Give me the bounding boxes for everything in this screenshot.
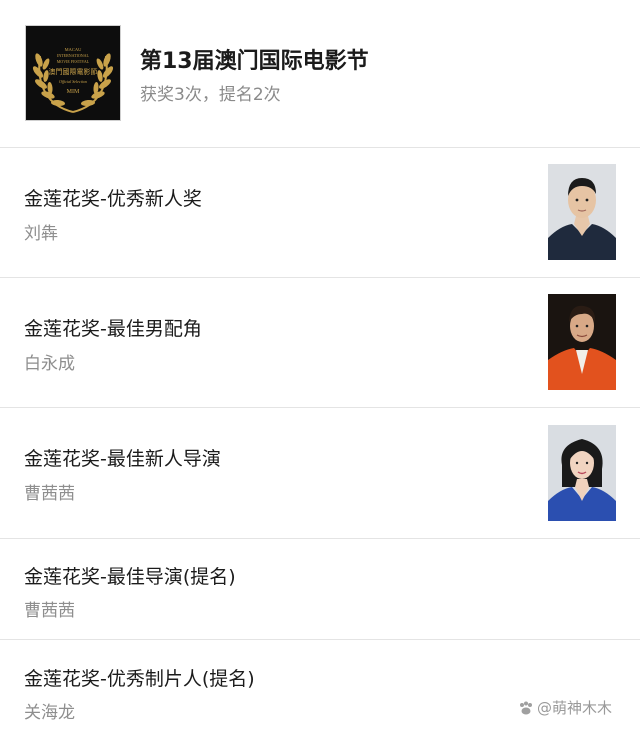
svg-text:Official Selection: Official Selection	[59, 79, 87, 84]
award-person[interactable]: 曹茜茜	[24, 479, 75, 504]
award-person[interactable]: 关海龙	[24, 698, 75, 723]
award-title: 金莲花奖-优秀新人奖	[24, 188, 202, 210]
award-item[interactable]: 金莲花奖-最佳新人导演 曹茜茜	[0, 408, 640, 538]
portrait-photo[interactable]	[548, 425, 616, 521]
award-person[interactable]: 曹茜茜	[24, 596, 75, 621]
svg-text:INTERNATIONAL: INTERNATIONAL	[57, 53, 90, 58]
award-person[interactable]: 刘犇	[24, 219, 58, 244]
festival-title: 第13届澳门国际电影节	[140, 49, 369, 74]
watermark-paw-icon	[520, 701, 532, 714]
svg-text:MIM: MIM	[67, 89, 80, 95]
festival-header[interactable]: MACAU INTERNATIONAL MOVIE FESTIVAL 澳門國際電…	[0, 0, 640, 147]
festival-logo: MACAU INTERNATIONAL MOVIE FESTIVAL 澳門國際電…	[25, 25, 121, 121]
award-title: 金莲花奖-优秀制片人(提名)	[24, 668, 255, 690]
watermark-text: @萌神木木	[537, 699, 613, 717]
svg-text:MOVIE FESTIVAL: MOVIE FESTIVAL	[57, 59, 90, 64]
award-title: 金莲花奖-最佳男配角	[24, 318, 202, 340]
award-item[interactable]: 金莲花奖-最佳导演(提名) 曹茜茜	[0, 539, 640, 639]
award-title: 金莲花奖-最佳新人导演	[24, 448, 221, 470]
watermark: @萌神木木	[518, 697, 612, 718]
portrait-photo[interactable]	[548, 294, 616, 390]
laurel-wreath-logo-icon: MACAU INTERNATIONAL MOVIE FESTIVAL 澳門國際電…	[26, 26, 120, 120]
portrait-woman-blue-blazer-icon	[548, 425, 616, 521]
portrait-man-dark-jacket-icon	[548, 164, 616, 260]
svg-text:澳門國際電影節: 澳門國際電影節	[49, 67, 98, 76]
award-item[interactable]: 金莲花奖-优秀新人奖 刘犇	[0, 148, 640, 277]
portrait-man-orange-jacket-icon	[548, 294, 616, 390]
award-title: 金莲花奖-最佳导演(提名)	[24, 566, 236, 588]
festival-stats: 获奖3次，提名2次	[140, 85, 281, 105]
svg-text:MACAU: MACAU	[65, 47, 83, 52]
award-item[interactable]: 金莲花奖-最佳男配角 白永成	[0, 278, 640, 407]
portrait-photo[interactable]	[548, 164, 616, 260]
award-person[interactable]: 白永成	[24, 349, 75, 374]
